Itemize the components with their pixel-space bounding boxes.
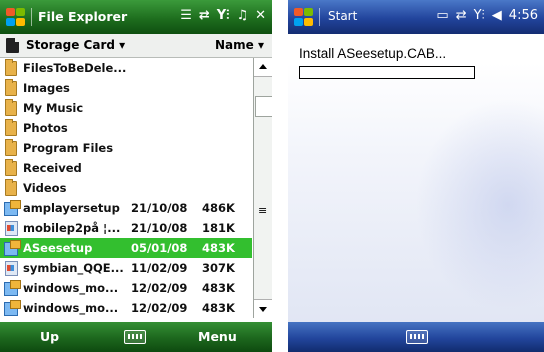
sort-label: Name	[215, 38, 254, 52]
file-date: 11/02/09	[131, 261, 188, 275]
menu-softkey[interactable]: Menu	[198, 329, 237, 344]
scrollbar[interactable]: ≡	[253, 58, 272, 318]
location-dropdown[interactable]: Storage Card ▾	[26, 38, 125, 52]
file-name: windows_mo...	[23, 281, 119, 295]
sync-arrows-icon: ⇄	[455, 8, 467, 23]
scroll-thumb[interactable]	[255, 96, 272, 117]
file-name: Received	[23, 161, 82, 175]
list-item[interactable]: My Music	[0, 98, 252, 118]
file-list: FilesToBeDele... Images My Music Photos …	[0, 58, 252, 318]
file-size: 483K	[202, 241, 235, 255]
app-title: File Explorer	[38, 9, 128, 24]
menu-lines-icon: ☰	[180, 8, 192, 23]
file-size: 181K	[202, 221, 235, 235]
file-name: windows_mo...	[23, 301, 119, 315]
status-icons: ▭ ⇄ Y⫶ ◀ 4:56	[436, 8, 538, 24]
folder-icon	[5, 59, 17, 76]
install-progress-bar	[299, 66, 475, 79]
file-date: 12/02/09	[131, 281, 188, 295]
list-item[interactable]: amplayersetup 21/10/08 486K	[0, 198, 252, 218]
clock[interactable]: 4:56	[509, 8, 538, 24]
file-name: amplayersetup	[23, 201, 120, 215]
sound-icon: ♫	[236, 8, 249, 23]
sync-arrows-icon: ⇄	[198, 8, 210, 23]
signal-icon: Y⫶	[216, 8, 230, 23]
list-item[interactable]: FilesToBeDele...	[0, 58, 252, 78]
title-separator	[319, 8, 320, 26]
file-date: 21/10/08	[131, 201, 188, 215]
file-size: 483K	[202, 281, 235, 295]
file-date: 21/10/08	[131, 221, 188, 235]
title-bar: Start ▭ ⇄ Y⫶ ◀ 4:56	[288, 0, 544, 34]
soft-key-bar: Up Menu	[0, 322, 272, 352]
file-icon	[5, 221, 18, 236]
install-status-text: Install ASeesetup.CAB...	[299, 46, 447, 61]
folder-icon	[5, 159, 17, 176]
keyboard-icon[interactable]	[406, 330, 428, 344]
title-separator	[31, 8, 32, 26]
cab-icon	[4, 240, 21, 256]
folder-icon	[5, 179, 17, 196]
file-icon	[5, 261, 18, 276]
folder-icon	[5, 119, 17, 136]
list-item[interactable]: Images	[0, 78, 252, 98]
scroll-up-button[interactable]	[254, 58, 272, 77]
file-name: Videos	[23, 181, 67, 195]
cab-icon	[4, 200, 21, 216]
file-name: ASeesetup	[23, 241, 93, 255]
list-item[interactable]: Program Files	[0, 138, 252, 158]
windows-start-icon[interactable]	[294, 8, 314, 27]
list-item[interactable]: Received	[0, 158, 252, 178]
file-name: My Music	[23, 101, 84, 115]
folder-icon	[5, 99, 17, 116]
list-item[interactable]: Photos	[0, 118, 252, 138]
list-item-selected[interactable]: ASeesetup 05/01/08 483K	[0, 238, 252, 258]
scroll-down-button[interactable]	[254, 299, 272, 318]
cab-icon	[4, 300, 21, 316]
sort-dropdown[interactable]: Name ▾	[215, 38, 264, 52]
battery-icon: ▭	[436, 8, 449, 23]
install-screen: Start ▭ ⇄ Y⫶ ◀ 4:56 Install ASeesetup.CA…	[288, 0, 544, 352]
list-item[interactable]: windows_mo... 12/02/09 483K	[0, 278, 252, 298]
file-name: FilesToBeDele...	[23, 61, 127, 75]
file-size: 483K	[202, 301, 235, 315]
folder-icon	[5, 79, 17, 96]
file-name: symbian_QQE...	[23, 261, 124, 275]
keyboard-icon[interactable]	[124, 330, 146, 344]
list-item[interactable]: symbian_QQE... 11/02/09 307K	[0, 258, 252, 278]
list-item[interactable]: Videos	[0, 178, 252, 198]
folder-icon	[5, 139, 17, 156]
file-name: Program Files	[23, 141, 114, 155]
up-softkey[interactable]: Up	[40, 329, 59, 344]
scroll-grip-icon: ≡	[258, 204, 268, 217]
location-label: Storage Card	[26, 38, 115, 52]
file-size: 307K	[202, 261, 235, 275]
close-icon[interactable]: ✕	[255, 8, 266, 24]
soft-key-bar	[288, 322, 544, 352]
file-size: 486K	[202, 201, 235, 215]
title-bar: File Explorer ☰ ⇄ Y⫶ ♫ ✕	[0, 0, 272, 34]
start-title[interactable]: Start	[328, 9, 357, 23]
background-glow	[408, 90, 544, 320]
windows-start-icon[interactable]	[6, 8, 26, 27]
file-date: 12/02/09	[131, 301, 188, 315]
signal-icon: Y⫶	[473, 8, 485, 23]
file-explorer-screen: File Explorer ☰ ⇄ Y⫶ ♫ ✕ Storage Card ▾ …	[0, 0, 272, 352]
storage-card-icon	[6, 38, 19, 53]
speaker-icon: ◀	[491, 8, 502, 23]
file-date: 05/01/08	[131, 241, 188, 255]
cab-icon	[4, 280, 21, 296]
list-item[interactable]: windows_mo... 12/02/09 483K	[0, 298, 252, 318]
file-name: Photos	[23, 121, 68, 135]
file-name: Images	[23, 81, 70, 95]
status-icons: ☰ ⇄ Y⫶ ♫ ✕	[180, 8, 266, 24]
location-header: Storage Card ▾ Name ▾	[0, 34, 272, 58]
file-name: mobilep2på ¦...	[23, 221, 121, 235]
list-item[interactable]: mobilep2på ¦... 21/10/08 181K	[0, 218, 252, 238]
